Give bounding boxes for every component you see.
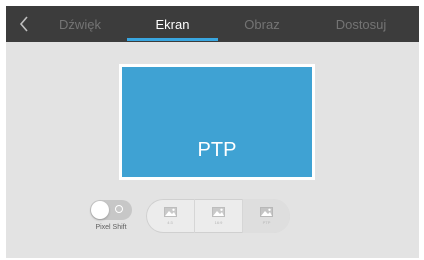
top-bar: Dźwięk Ekran Obraz Dostosuj (6, 6, 419, 42)
aspect-mode-4-3[interactable]: 4:3 (146, 199, 194, 233)
tab-dostosuj[interactable]: Dostosuj (306, 6, 416, 42)
active-tab-indicator (127, 38, 218, 41)
aspect-mode-selector: 4:3 16:9 PTP (146, 199, 290, 233)
pixel-shift-label: Pixel Shift (95, 224, 127, 231)
aspect-mode-ptp[interactable]: PTP (242, 199, 290, 233)
aspect-mode-label: 16:9 (214, 220, 223, 225)
picture-icon (212, 207, 225, 217)
settings-screen: Dźwięk Ekran Obraz Dostosuj PTP Pixel Sh… (6, 6, 419, 258)
toggle-off-icon (115, 205, 123, 213)
tab-label: Ekran (155, 16, 190, 32)
tab-label: Dźwięk (59, 16, 101, 32)
screen-preview: PTP (119, 64, 315, 180)
preview-mode-label: PTP (197, 139, 237, 161)
tab-label: Dostosuj (335, 16, 387, 32)
picture-icon (163, 207, 177, 217)
toggle-knob (91, 201, 109, 219)
pixel-shift-toggle[interactable] (90, 200, 132, 220)
chevron-left-icon (19, 16, 28, 32)
aspect-mode-label: 4:3 (167, 220, 173, 225)
tab-ekran[interactable]: Ekran (127, 6, 218, 42)
tab-obraz[interactable]: Obraz (222, 6, 302, 42)
picture-icon (260, 207, 273, 217)
aspect-mode-16-9[interactable]: 16:9 (194, 199, 242, 233)
preview-area: PTP (122, 67, 312, 177)
back-button[interactable] (14, 14, 34, 34)
aspect-mode-label: PTP (262, 220, 271, 225)
tab-label: Obraz (244, 16, 280, 32)
tab-dzwiek[interactable]: Dźwięk (42, 6, 118, 42)
